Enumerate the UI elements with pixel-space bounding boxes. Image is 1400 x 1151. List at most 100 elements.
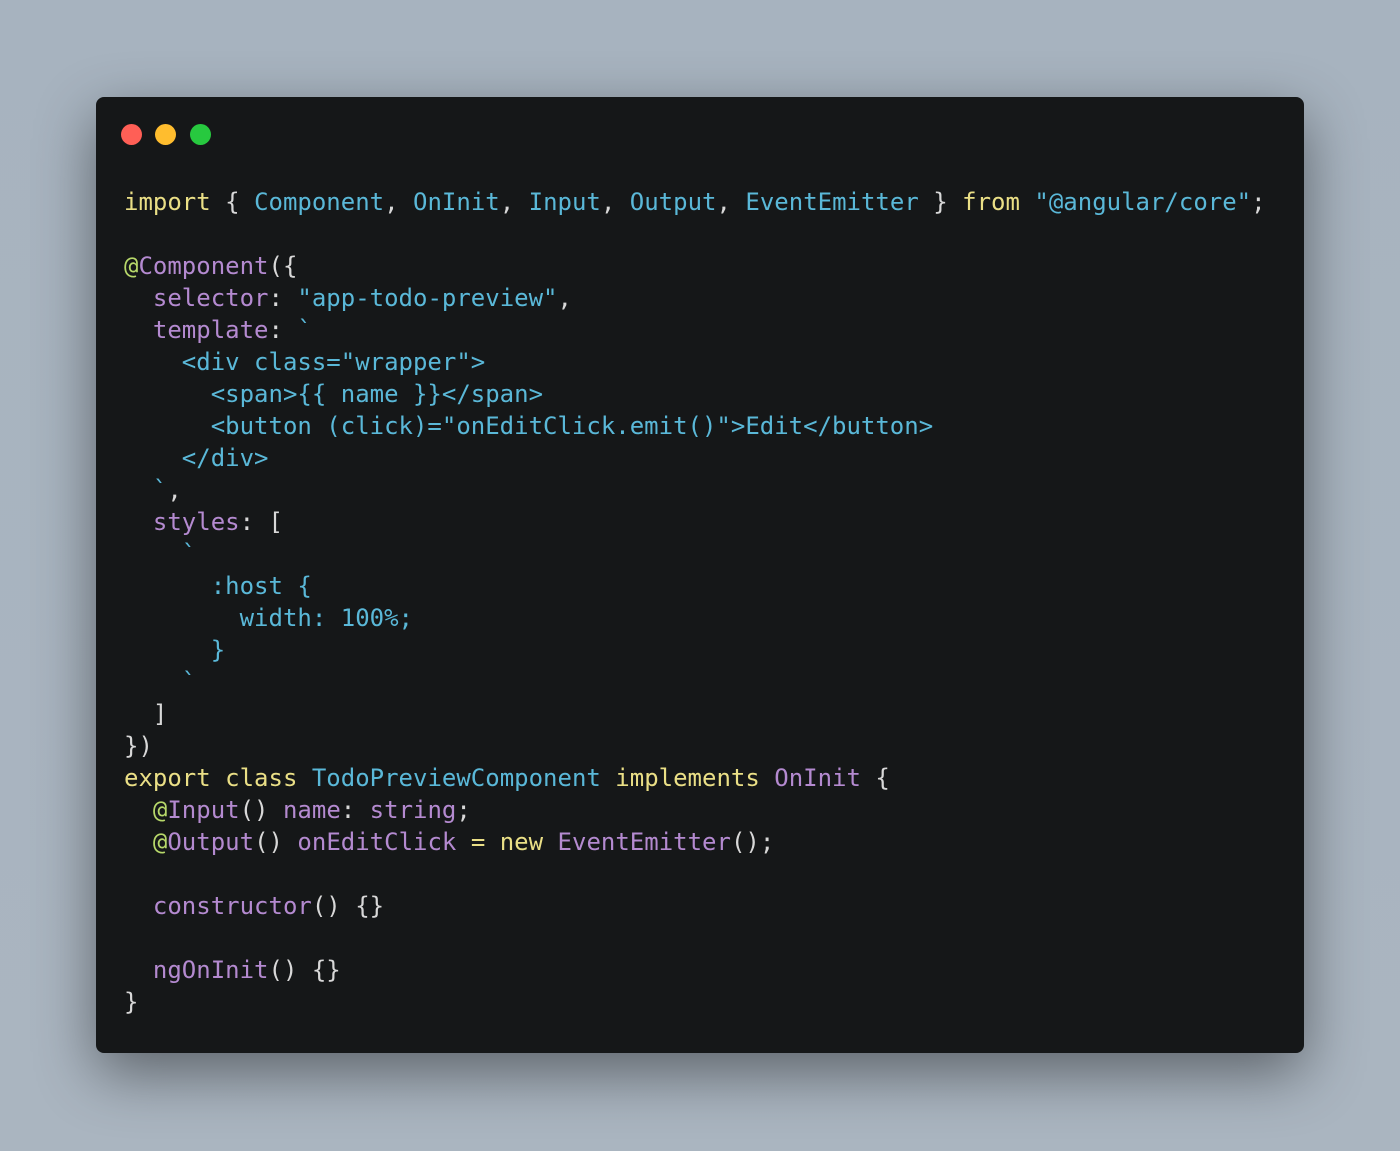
code-token: Component <box>254 188 385 216</box>
code-token: @ <box>124 252 139 280</box>
code-line: ` <box>124 538 1266 570</box>
code-window: import { Component, OnInit, Input, Outpu… <box>96 97 1304 1053</box>
code-line: } <box>124 986 1266 1018</box>
code-token: ({ <box>268 252 298 280</box>
code-token: Output <box>629 188 717 216</box>
code-token: } <box>124 636 226 664</box>
code-line: <span>{{ name }}</span> <box>124 378 1266 410</box>
code-token: : <box>268 316 298 344</box>
code-token: : [ <box>239 508 283 536</box>
code-token: EventEmitter <box>557 828 731 856</box>
code-token: Input <box>528 188 601 216</box>
code-token: , <box>600 188 630 216</box>
code-token: "app-todo-preview" <box>297 284 558 312</box>
maximize-window-button[interactable] <box>190 124 211 145</box>
code-token: onEditClick <box>297 828 457 856</box>
code-line: ngOnInit() {} <box>124 954 1266 986</box>
code-token: : <box>268 284 298 312</box>
code-line: @Component({ <box>124 250 1266 282</box>
code-token: : <box>340 796 370 824</box>
code-token: styles <box>152 508 240 536</box>
code-token: from <box>962 188 1020 216</box>
code-token: () <box>239 796 283 824</box>
code-token: template <box>152 316 269 344</box>
code-token: export <box>124 764 211 792</box>
code-token: ` <box>124 668 197 696</box>
code-line: </div> <box>124 442 1266 474</box>
code-line: @Input() name: string; <box>124 794 1266 826</box>
code-token: , <box>557 284 572 312</box>
code-token: () <box>254 828 298 856</box>
code-token: ` <box>124 476 168 504</box>
code-token: }) <box>124 732 153 760</box>
code-token: name <box>282 796 341 824</box>
code-line: width: 100%; <box>124 602 1266 634</box>
code-token: ; <box>1251 188 1266 216</box>
code-token: import <box>124 188 211 216</box>
code-token: @ <box>152 828 168 856</box>
code-token: <button (click)="onEditClick.emit()">Edi… <box>124 412 934 440</box>
code-token: "@angular/core" <box>1034 188 1252 216</box>
code-line: } <box>124 634 1266 666</box>
code-token: class <box>225 764 298 792</box>
code-line: selector: "app-todo-preview", <box>124 282 1266 314</box>
code-line: ` <box>124 666 1266 698</box>
minimize-window-button[interactable] <box>155 124 176 145</box>
code-line: export class TodoPreviewComponent implem… <box>124 762 1266 794</box>
code-line: :host { <box>124 570 1266 602</box>
code-token: new <box>499 828 544 856</box>
code-token: </div> <box>124 444 269 472</box>
code-line: `, <box>124 474 1266 506</box>
code-token: (); <box>730 828 775 856</box>
code-token: ] <box>124 700 168 728</box>
code-token: ` <box>297 316 312 344</box>
code-line: <div class="wrapper"> <box>124 346 1266 378</box>
code-token: Component <box>138 252 269 280</box>
code-token: Input <box>167 796 240 824</box>
code-token: = <box>470 828 486 856</box>
code-token: implements <box>615 764 760 792</box>
code-token: () {} <box>268 956 341 984</box>
code-line: import { Component, OnInit, Input, Outpu… <box>124 186 1266 218</box>
code-token: Output <box>167 828 255 856</box>
code-line: @Output() onEditClick = new EventEmitter… <box>124 826 1266 858</box>
code-token: string <box>369 796 457 824</box>
code-token: () {} <box>311 892 385 920</box>
code-token: , <box>716 188 746 216</box>
code-token: , <box>384 188 414 216</box>
code-token: OnInit <box>774 764 861 792</box>
code-token: EventEmitter <box>745 188 919 216</box>
code-token: @ <box>152 796 168 824</box>
code-token: ngOnInit <box>152 956 269 984</box>
code-token: TodoPreviewComponent <box>311 764 601 792</box>
code-token: } <box>124 988 139 1016</box>
code-token: } <box>918 188 963 216</box>
close-window-button[interactable] <box>121 124 142 145</box>
code-token: width: 100%; <box>124 604 413 632</box>
code-token: constructor <box>152 892 312 920</box>
code-token: { <box>210 188 255 216</box>
code-token: <span>{{ name }}</span> <box>124 380 544 408</box>
code-token: :host { <box>124 572 312 600</box>
code-token: ` <box>124 540 197 568</box>
code-token: , <box>167 476 182 504</box>
code-block: import { Component, OnInit, Input, Outpu… <box>124 186 1266 1018</box>
code-token: { <box>860 764 890 792</box>
code-line: template: ` <box>124 314 1266 346</box>
code-token: , <box>499 188 529 216</box>
